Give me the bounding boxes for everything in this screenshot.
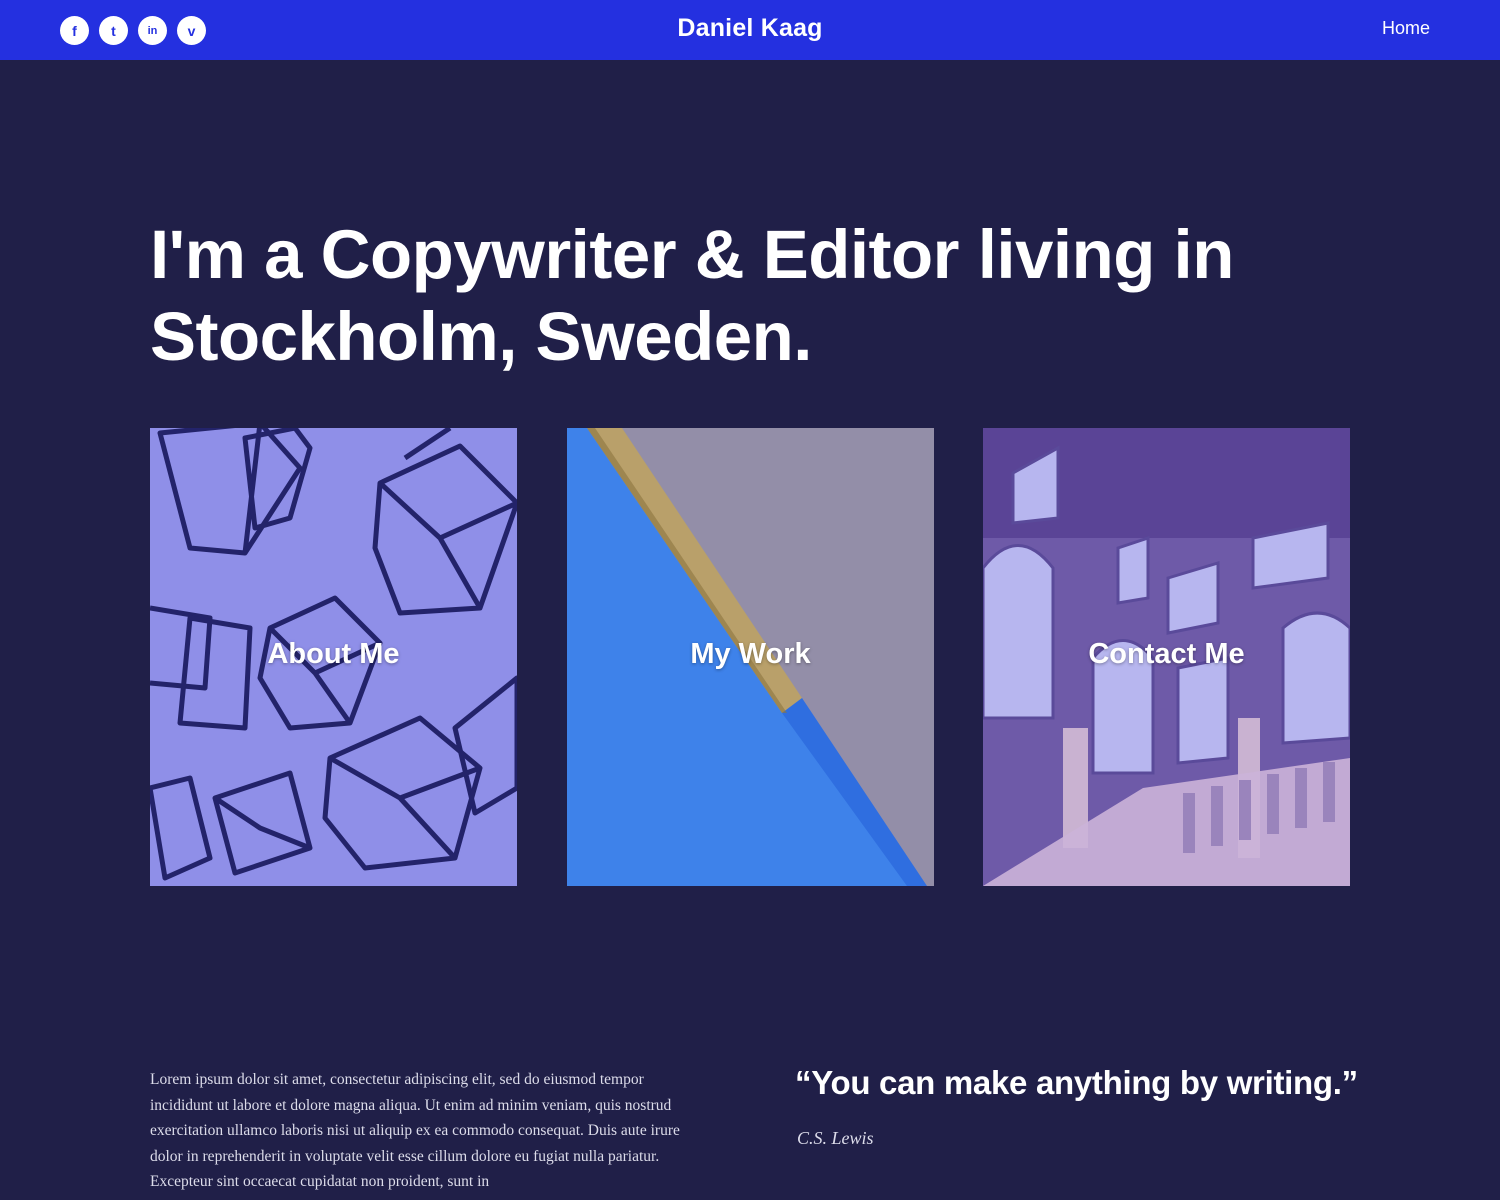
intro-paragraph: Lorem ipsum dolor sit amet, consectetur … — [150, 1071, 680, 1190]
my-work-card[interactable]: My Work — [567, 428, 934, 886]
contact-me-card-label: Contact Me — [1088, 638, 1245, 670]
site-brand: Daniel Kaag — [0, 14, 1500, 43]
top-navigation-bar: f t in v Daniel Kaag Home — [0, 0, 1500, 60]
about-me-card[interactable]: About Me — [150, 428, 517, 886]
hero-title: I'm a Copywriter & Editor living in Stoc… — [150, 216, 1234, 375]
quote-author: C.S. Lewis — [797, 1128, 874, 1148]
nav-home-link[interactable]: Home — [1382, 18, 1430, 39]
quote-text: “You can make anything by writing.” — [795, 1064, 1358, 1101]
about-me-card-label: About Me — [267, 638, 400, 670]
contact-me-card[interactable]: Contact Me — [983, 428, 1350, 886]
my-work-card-label: My Work — [690, 638, 811, 670]
brand-link[interactable]: Daniel Kaag — [677, 14, 822, 42]
